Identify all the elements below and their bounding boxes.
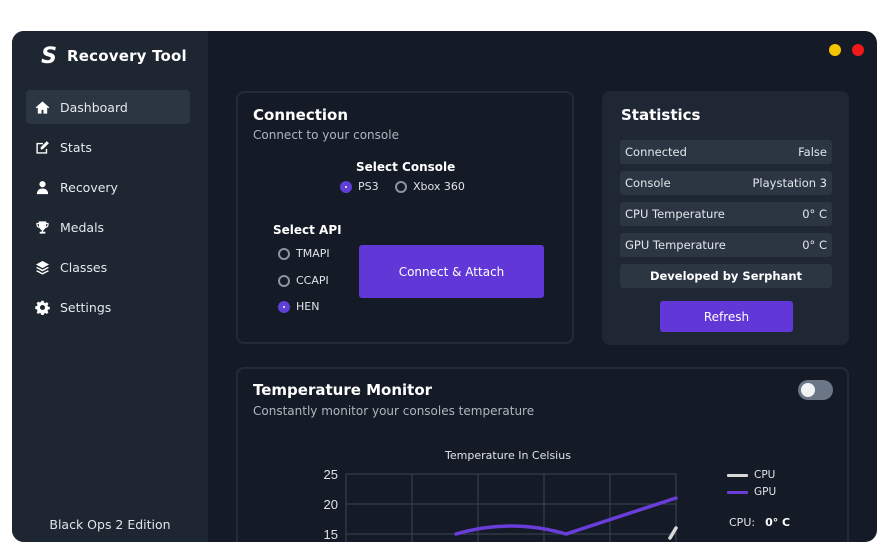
sidebar-item-label: Medals [60,219,105,235]
app-logo-icon: S [41,43,57,69]
connection-subtitle: Connect to your console [253,128,399,142]
home-icon [34,99,50,115]
cpu-temperature-readout: CPU: 0° C [729,516,790,529]
chart-y-ticks: 25 20 15 [324,467,338,542]
api-option-ccapi[interactable]: CCAPI [278,274,329,287]
stat-row-connected: Connected False [620,140,832,164]
radio-label: PS3 [358,180,379,193]
stat-label: CPU Temperature [625,207,725,221]
edit-icon [34,139,50,155]
sidebar-item-label: Recovery [60,179,118,195]
sidebar-item-settings[interactable]: Settings [26,290,190,324]
cpu-readout-value: 0° C [765,516,791,529]
sidebar-item-label: Stats [60,139,92,155]
sidebar-item-medals[interactable]: Medals [26,210,190,244]
temperature-monitor-subtitle: Constantly monitor your consoles tempera… [253,404,535,418]
sidebar-item-recovery[interactable]: Recovery [26,170,190,204]
temperature-monitor-title: Temperature Monitor [253,381,433,399]
sidebar-nav: Dashboard Stats Recovery Medals Classes … [26,90,190,330]
statistics-title: Statistics [621,106,701,124]
legend-label: CPU [754,469,776,481]
stat-row-console: Console Playstation 3 [620,171,832,195]
legend-swatch-gpu [727,490,748,494]
temperature-chart: 25 20 15 [324,467,678,542]
stat-row-cpu-temperature: CPU Temperature 0° C [620,202,832,226]
radio-label: CCAPI [296,274,329,287]
series-line-cpu [668,526,678,540]
api-option-hen[interactable]: HEN [278,300,319,313]
close-button[interactable] [852,44,864,56]
radio-button[interactable] [340,180,352,193]
legend-swatch-cpu [727,473,748,477]
stat-value: False [798,145,827,159]
sidebar-item-classes[interactable]: Classes [26,250,190,284]
connection-card: Connection Connect to your console Selec… [236,91,574,344]
y-tick-label: 20 [324,497,338,512]
trophy-icon [34,219,50,235]
connection-title: Connection [253,106,349,124]
statistics-card: Statistics Connected False Console Plays… [602,91,849,345]
sidebar-item-label: Dashboard [60,99,128,115]
stat-label: GPU Temperature [625,238,726,252]
stat-row-gpu-temperature: GPU Temperature 0° C [620,233,832,257]
select-console-label: Select Console [356,160,456,174]
radio-label: TMAPI [296,247,330,260]
sidebar-item-dashboard[interactable]: Dashboard [26,90,190,124]
temperature-monitor-card: Temperature Monitor Constantly monitor y… [236,367,849,542]
radio-button[interactable] [395,180,407,193]
console-option-xbox-360[interactable]: Xbox 360 [395,180,465,193]
sidebar-item-label: Classes [60,259,108,275]
app-window: S Recovery Tool Dashboard Stats Recovery… [12,31,877,542]
minimize-button[interactable] [829,44,841,56]
legend-label: GPU [754,486,777,498]
y-tick-label: 25 [324,467,338,482]
radio-label: HEN [296,300,320,313]
console-option-ps3[interactable]: PS3 [340,180,379,193]
monitor-toggle[interactable] [798,380,833,400]
user-icon [34,179,50,195]
sidebar: S Recovery Tool Dashboard Stats Recovery… [12,31,208,542]
select-api-label: Select API [273,223,342,237]
legend-gpu: GPU [727,486,776,498]
gear-icon [34,299,50,315]
stat-value: Playstation 3 [752,176,827,190]
radio-label: Xbox 360 [413,180,465,193]
edition-label: Black Ops 2 Edition [49,517,171,532]
toggle-knob [801,383,815,397]
radio-button[interactable] [278,300,290,313]
radio-button[interactable] [278,247,290,260]
brand: S Recovery Tool [38,43,187,69]
developer-credit: Developed by Serphant [620,264,832,288]
series-line-gpu [454,496,678,536]
stat-label: Console [625,176,671,190]
connect-attach-button[interactable]: Connect & Attach [359,245,544,298]
stat-value: 0° C [802,238,827,252]
y-tick-label: 15 [324,527,338,542]
layers-icon [34,259,50,275]
api-option-tmapi[interactable]: TMAPI [278,247,330,260]
app-title: Recovery Tool [67,47,187,65]
stat-label: Connected [625,145,687,159]
stat-value: 0° C [802,207,827,221]
chart-grid [345,473,677,542]
radio-button[interactable] [278,274,290,287]
cpu-readout-label: CPU: [729,516,756,529]
sidebar-item-stats[interactable]: Stats [26,130,190,164]
sidebar-item-label: Settings [60,299,112,315]
refresh-button[interactable]: Refresh [660,301,793,332]
chart-title: Temperature In Celsius [445,449,571,462]
legend-cpu: CPU [727,469,775,481]
